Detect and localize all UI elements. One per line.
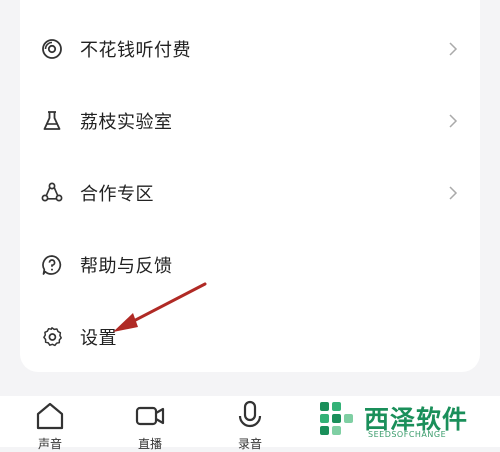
camera-icon: [135, 406, 165, 426]
home-icon: [36, 402, 64, 430]
watermark-logo: 西泽软件 SEEDSOFCHANGE: [318, 400, 488, 444]
help-icon: [42, 255, 62, 275]
watermark-icon: [320, 402, 353, 435]
collaboration-icon: [41, 182, 63, 202]
tab-label: 直播: [137, 437, 162, 451]
menu-item-label: 设置: [80, 328, 117, 349]
tab-voice[interactable]: 声音: [10, 396, 90, 451]
microphone-icon: [238, 400, 262, 428]
chevron-right-icon: [449, 42, 458, 56]
menu-item-help-feedback[interactable]: 帮助与反馈: [20, 236, 480, 294]
menu-item-label: 合作专区: [80, 184, 154, 205]
menu-item-cooperation[interactable]: 合作专区: [20, 164, 480, 222]
menu-item-lab[interactable]: 荔枝实验室: [20, 92, 480, 150]
tab-label: 录音: [237, 437, 262, 451]
disc-icon: [42, 39, 62, 59]
tab-live[interactable]: 直播: [110, 396, 190, 451]
flask-icon: [43, 111, 61, 130]
menu-item-free-listen[interactable]: 不花钱听付费: [20, 20, 480, 78]
tab-label: 声音: [37, 437, 62, 451]
tab-record[interactable]: 录音: [210, 396, 290, 451]
gear-icon: [43, 327, 62, 347]
menu-item-label: 不花钱听付费: [80, 40, 191, 61]
settings-menu-card: 不花钱听付费 荔枝实验室 合作专区 帮助与反馈 设置: [20, 0, 480, 372]
chevron-right-icon: [449, 186, 458, 200]
menu-item-label: 荔枝实验室: [80, 112, 173, 133]
menu-item-settings[interactable]: 设置: [20, 308, 480, 366]
chevron-right-icon: [449, 114, 458, 128]
menu-item-label: 帮助与反馈: [80, 256, 173, 277]
watermark-subtitle: SEEDSOFCHANGE: [368, 430, 447, 439]
